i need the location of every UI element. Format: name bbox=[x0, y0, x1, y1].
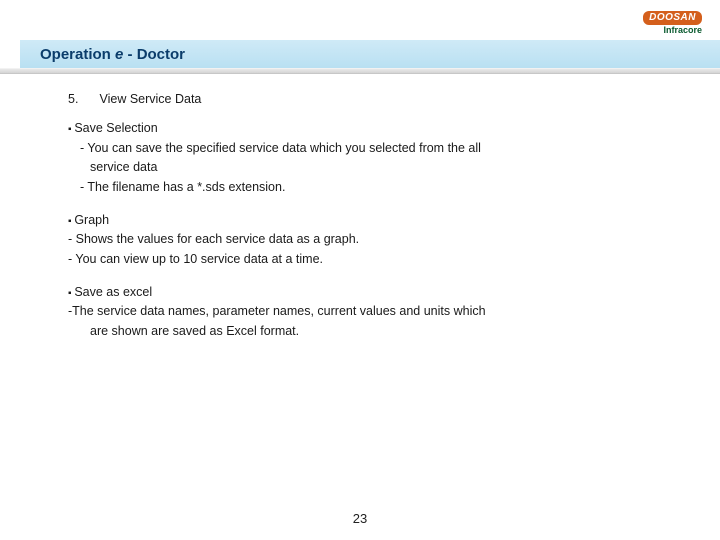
page-number: 23 bbox=[0, 511, 720, 526]
save-selection-line1b: service data bbox=[68, 158, 680, 177]
save-excel-line1a: -The service data names, parameter names… bbox=[68, 302, 680, 321]
section-heading: 5. View Service Data bbox=[68, 90, 680, 109]
save-excel-line1b: are shown are saved as Excel format. bbox=[68, 322, 680, 341]
divider bbox=[0, 68, 720, 74]
graph-line1: - Shows the values for each service data… bbox=[68, 230, 680, 249]
graph-block: Graph - Shows the values for each servic… bbox=[68, 211, 680, 269]
content-area: 5. View Service Data Save Selection - Yo… bbox=[68, 90, 680, 355]
save-selection-block: Save Selection - You can save the specif… bbox=[68, 119, 680, 197]
title-suffix: - Doctor bbox=[123, 46, 185, 63]
brand-logo: DOOSAN Infracore bbox=[643, 8, 702, 35]
graph-title: Graph bbox=[68, 211, 680, 230]
brand-logo-top: DOOSAN bbox=[643, 11, 702, 25]
save-excel-block: Save as excel -The service data names, p… bbox=[68, 283, 680, 341]
title-bar: Operation e - Doctor bbox=[20, 40, 720, 68]
section-title: View Service Data bbox=[99, 92, 201, 106]
graph-line2: - You can view up to 10 service data at … bbox=[68, 250, 680, 269]
page-title: Operation e - Doctor bbox=[40, 46, 185, 63]
save-selection-line2: - The filename has a *.sds extension. bbox=[68, 178, 680, 197]
save-selection-title: Save Selection bbox=[68, 119, 680, 138]
brand-logo-sub: Infracore bbox=[643, 26, 702, 35]
save-selection-line1a: - You can save the specified service dat… bbox=[68, 139, 680, 158]
title-prefix: Operation bbox=[40, 46, 115, 63]
save-excel-title: Save as excel bbox=[68, 283, 680, 302]
section-number: 5. bbox=[68, 90, 96, 109]
